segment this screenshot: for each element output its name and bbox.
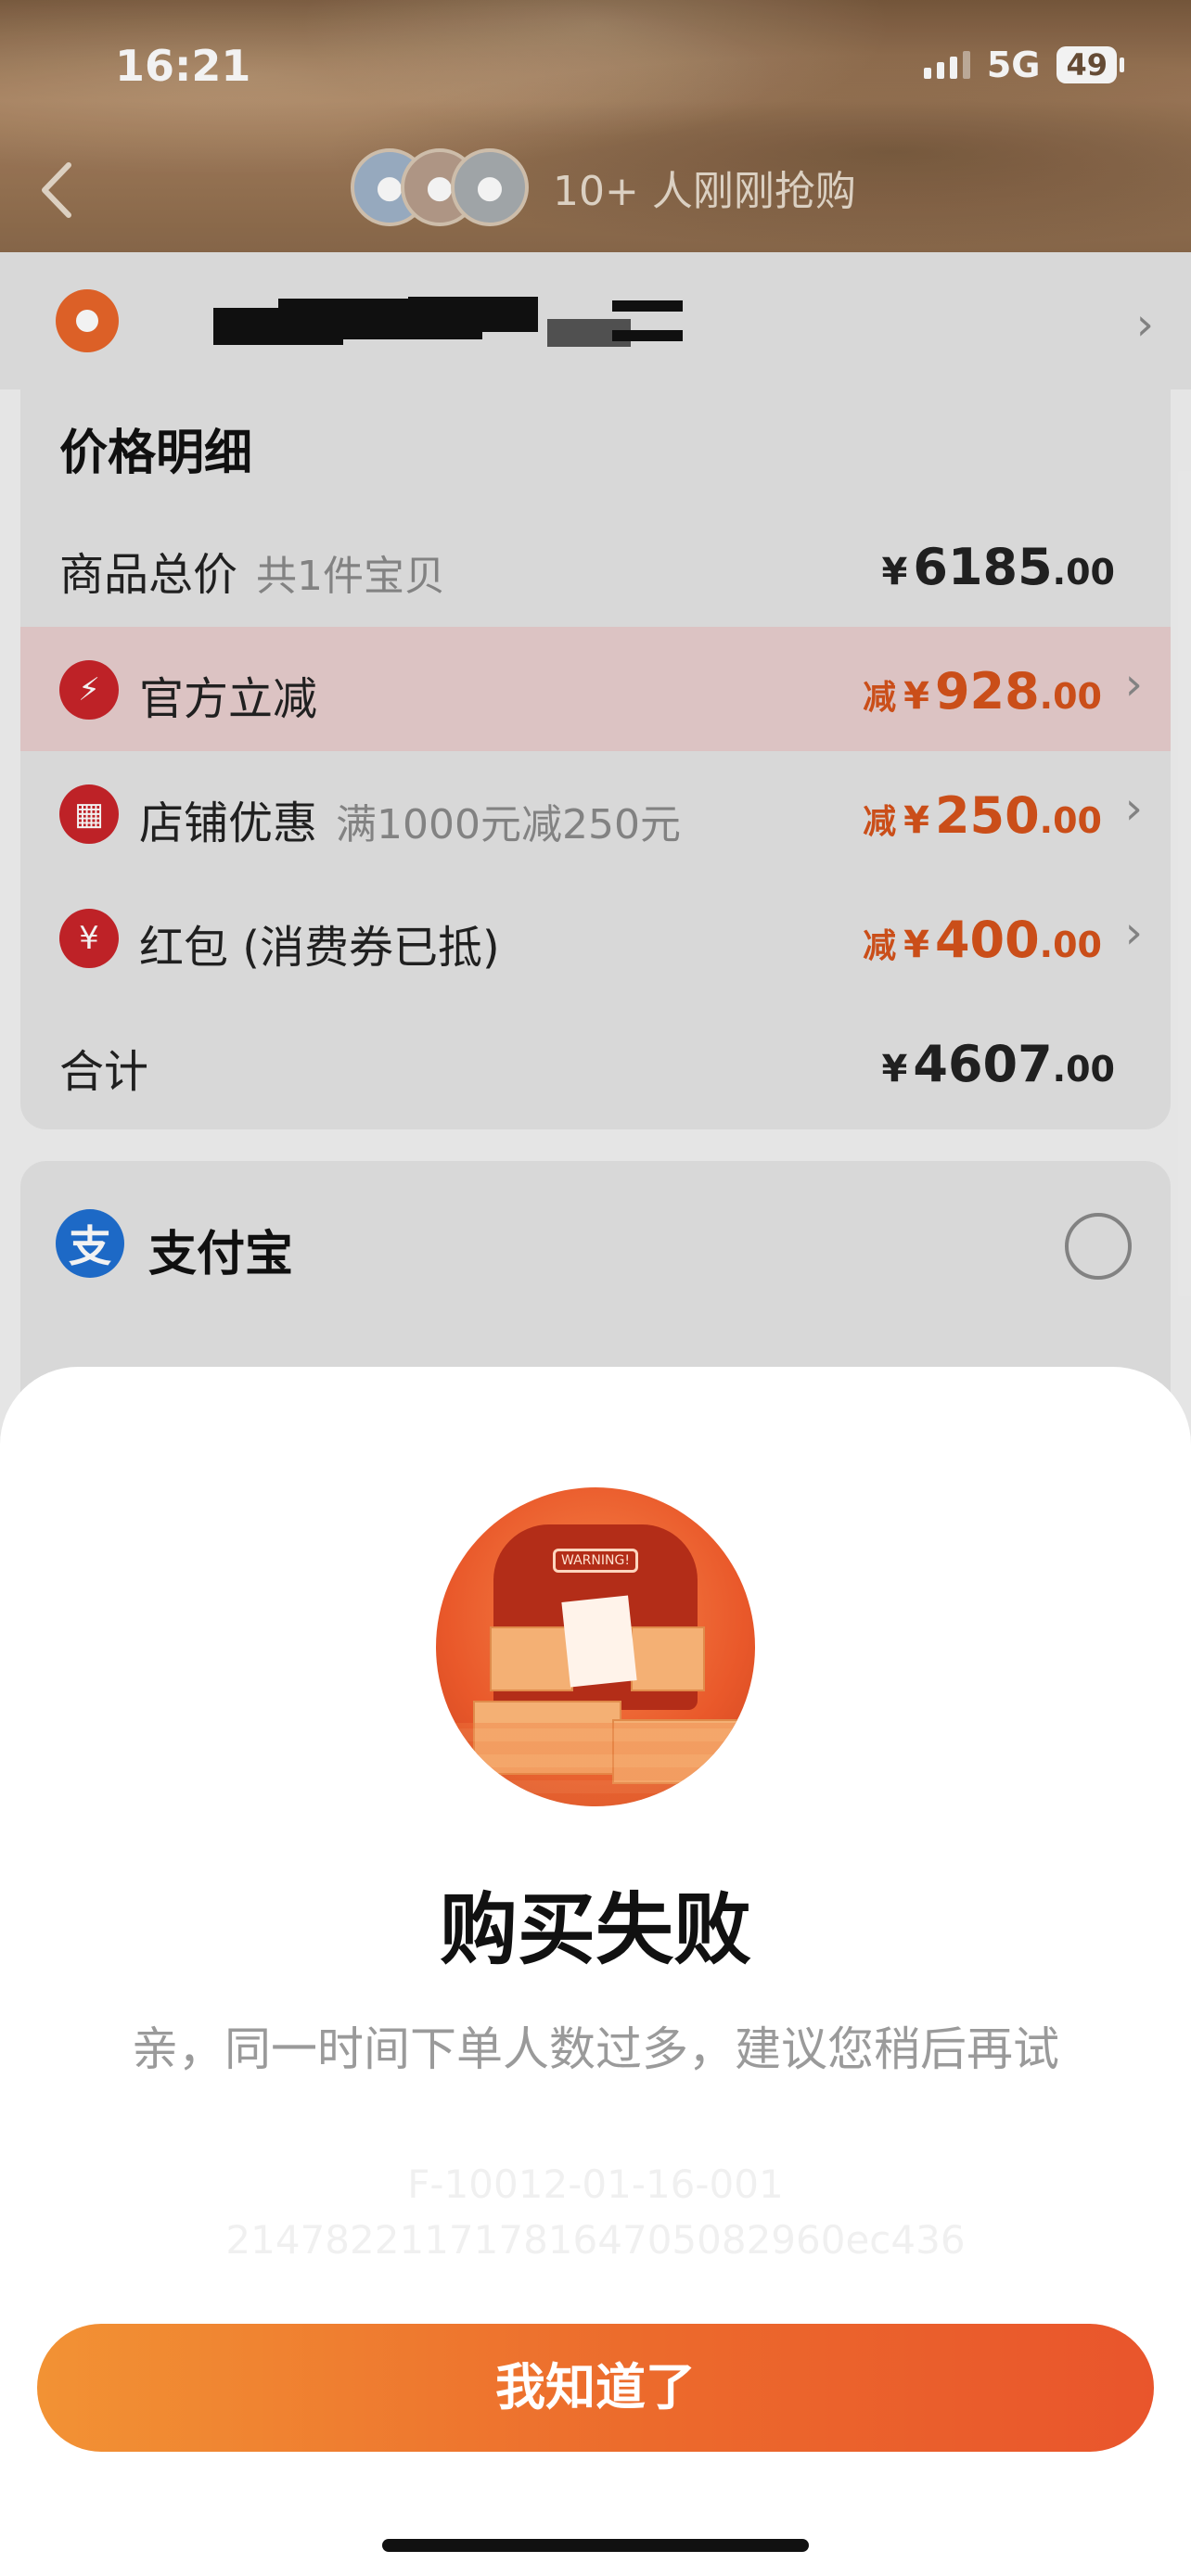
home-indicator — [382, 2539, 809, 2552]
error-code-line: F-10012-01-16-001 — [407, 2162, 784, 2207]
warning-truck-illustration: WARNING! — [436, 1487, 755, 1806]
got-it-button[interactable]: 我知道了 — [37, 2324, 1154, 2452]
dialog-message: 亲，同一时间下单人数过多，建议您稍后再试 — [132, 2022, 1059, 2076]
error-code: F-10012-01-16-001 2147822117178164705082… — [0, 2157, 1191, 2268]
illustration-warning-label: WARNING! — [553, 1549, 638, 1573]
purchase-failed-sheet: WARNING! 购买失败 亲，同一时间下单人数过多，建议您稍后再试 F-100… — [0, 1367, 1191, 2576]
dialog-title: 购买失败 — [439, 1884, 751, 1975]
error-code-line: 2147822117178164705082960ec436 — [225, 2217, 966, 2263]
